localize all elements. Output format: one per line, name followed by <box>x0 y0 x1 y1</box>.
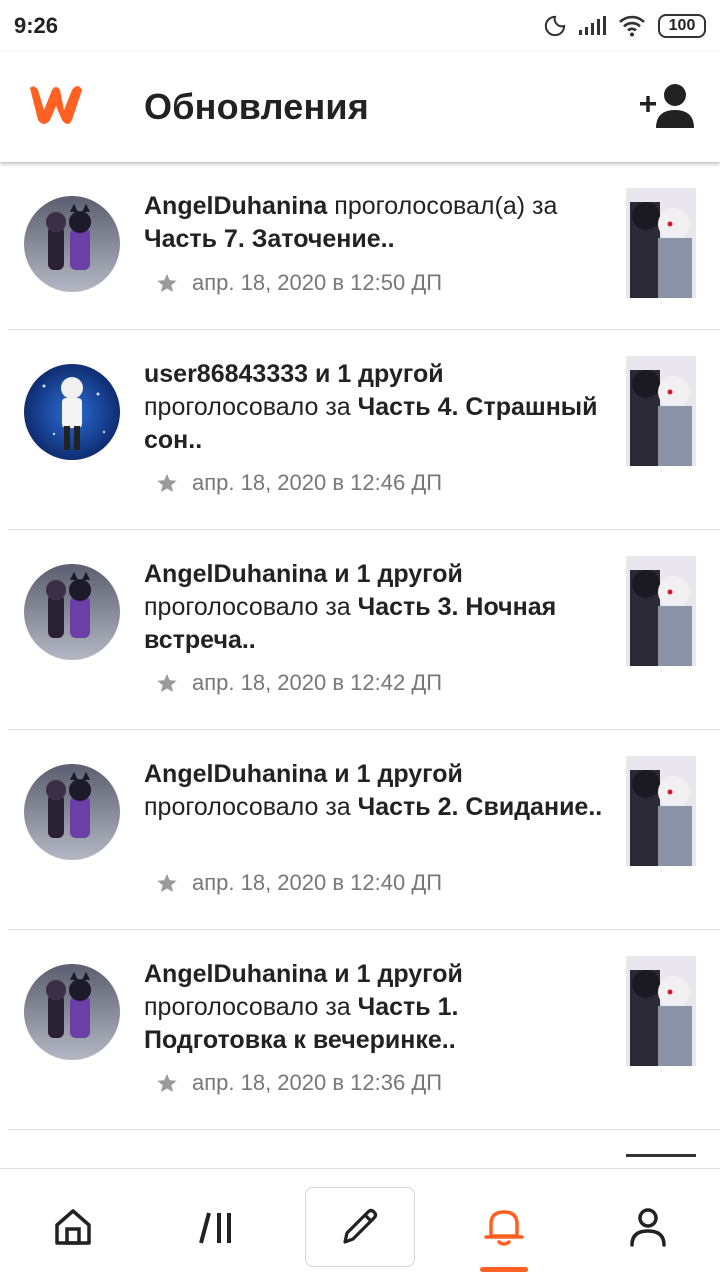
notification-text: AngelDuhanina и 1 другой проголосовало з… <box>144 958 604 1057</box>
star-icon <box>157 673 177 692</box>
story-cover[interactable] <box>626 956 696 1066</box>
avatar[interactable] <box>24 964 120 1060</box>
star-icon <box>157 1073 177 1092</box>
status-bar: 9:26 100 <box>0 0 720 52</box>
nav-home[interactable] <box>18 1187 128 1267</box>
notification-user[interactable]: AngelDuhanina <box>144 760 327 788</box>
signal-icon <box>579 16 606 35</box>
star-icon <box>157 273 177 292</box>
notifications-feed[interactable]: AngelDuhanina проголосовал(а) за Часть 7… <box>0 162 720 1168</box>
notification-action: проголосовало за <box>144 793 351 821</box>
avatar[interactable] <box>24 764 120 860</box>
story-cover[interactable] <box>626 556 696 666</box>
notification-extra[interactable]: и 1 другой <box>334 960 463 988</box>
notification-text: AngelDuhanina проголосовал(а) за Часть 7… <box>144 190 604 256</box>
avatar[interactable] <box>24 196 120 292</box>
notification-action: проголосовало за <box>144 593 351 621</box>
notification-meta: апр. 18, 2020 в 12:50 ДП <box>156 270 442 296</box>
nav-notifications[interactable] <box>449 1187 559 1267</box>
notification-time: апр. 18, 2020 в 12:42 ДП <box>192 670 443 695</box>
page-title: Обновления <box>144 86 369 127</box>
notification-meta: апр. 18, 2020 в 12:42 ДП <box>156 670 442 696</box>
notification-item[interactable]: AngelDuhanina и 1 другой проголосовало з… <box>8 530 720 730</box>
story-cover[interactable] <box>626 188 696 298</box>
notification-meta: апр. 18, 2020 в 12:46 ДП <box>156 470 442 496</box>
nav-write[interactable] <box>305 1187 415 1267</box>
notification-user[interactable]: user86843333 <box>144 360 308 388</box>
notification-extra[interactable]: и 1 другой <box>315 360 444 388</box>
notification-item[interactable]: user86843333 и 1 другой проголосовало за… <box>8 330 720 530</box>
battery-indicator: 100 <box>658 14 706 38</box>
wattpad-logo-icon[interactable] <box>24 80 88 130</box>
moon-icon <box>544 15 566 37</box>
notification-extra[interactable]: и 1 другой <box>334 560 463 588</box>
notification-story[interactable]: Часть 2. Свидание.. <box>358 793 603 821</box>
notification-item[interactable]: AngelDuhanina и 1 другой проголосовало з… <box>8 930 720 1130</box>
notifications-icon <box>484 1210 524 1246</box>
notification-meta: апр. 18, 2020 в 12:36 ДП <box>156 1070 442 1096</box>
notification-action: проголосовало за <box>144 993 351 1021</box>
add-user-icon[interactable] <box>638 82 698 132</box>
notification-text: AngelDuhanina и 1 другой проголосовало з… <box>144 758 604 824</box>
notification-action: проголосовал(а) за <box>334 192 558 220</box>
notification-item[interactable]: AngelDuhanina и 1 другой проголосовало з… <box>8 730 720 930</box>
notification-meta: апр. 18, 2020 в 12:40 ДП <box>156 870 442 896</box>
notification-user[interactable]: AngelDuhanina <box>144 560 327 588</box>
status-icons: 100 <box>544 14 706 38</box>
notification-extra[interactable]: и 1 другой <box>334 760 463 788</box>
star-icon <box>157 473 177 492</box>
story-cover[interactable] <box>626 356 696 466</box>
notification-text: AngelDuhanina и 1 другой проголосовало з… <box>144 558 604 657</box>
notification-time: апр. 18, 2020 в 12:46 ДП <box>192 470 443 495</box>
write-icon <box>343 1208 378 1244</box>
story-cover[interactable] <box>626 1154 696 1157</box>
star-icon <box>157 873 177 892</box>
active-tab-indicator <box>480 1267 528 1272</box>
nav-profile[interactable] <box>593 1187 703 1267</box>
nav-library[interactable] <box>162 1187 272 1267</box>
notification-time: апр. 18, 2020 в 12:36 ДП <box>192 1070 443 1095</box>
library-icon <box>199 1212 231 1244</box>
notification-story[interactable]: Часть 7. Заточение.. <box>144 225 395 253</box>
notification-item-partial[interactable] <box>8 1130 720 1168</box>
notification-text: user86843333 и 1 другой проголосовало за… <box>144 358 604 457</box>
notification-user[interactable]: AngelDuhanina <box>144 960 327 988</box>
home-icon <box>55 1209 91 1245</box>
bottom-navigation <box>0 1168 720 1280</box>
notification-time: апр. 18, 2020 в 12:40 ДП <box>192 870 443 895</box>
wifi-icon <box>619 15 645 37</box>
profile-icon <box>630 1208 666 1247</box>
notification-time: апр. 18, 2020 в 12:50 ДП <box>192 270 443 295</box>
notification-action: проголосовало за <box>144 393 351 421</box>
notification-item[interactable]: AngelDuhanina проголосовал(а) за Часть 7… <box>8 162 720 330</box>
app-header: Обновления <box>0 52 720 162</box>
avatar[interactable] <box>24 564 120 660</box>
avatar[interactable] <box>24 364 120 460</box>
notification-user[interactable]: AngelDuhanina <box>144 192 327 220</box>
story-cover[interactable] <box>626 756 696 866</box>
status-time: 9:26 <box>14 13 59 38</box>
